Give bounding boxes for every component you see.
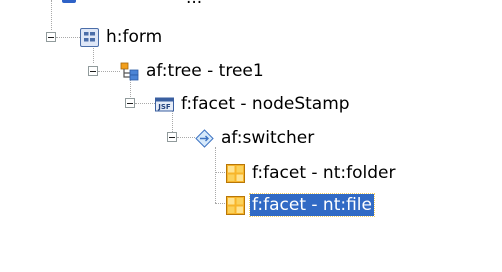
collapse-toggle[interactable] [88, 66, 98, 76]
node-label: af:tree - tree1 [146, 61, 264, 81]
tree-guide-line [51, 0, 52, 30]
clipped-node-icon [62, 0, 76, 3]
tree-guide-line [177, 137, 195, 138]
clipped-node-label: ... [186, 0, 202, 8]
collapse-toggle[interactable] [46, 32, 56, 42]
tree-icon [120, 62, 139, 80]
node-label: af:switcher [221, 128, 315, 148]
switcher-icon [195, 128, 214, 148]
component-tree[interactable]: ... h:form af:tree - tree1 [0, 0, 502, 272]
tree-node-facet-folder[interactable]: f:facet - nt:folder [226, 161, 397, 185]
tree-node-facet-file[interactable]: f:facet - nt:file [226, 193, 375, 217]
tree-node-af-tree[interactable]: af:tree - tree1 [120, 59, 266, 83]
form-icon [80, 27, 99, 47]
tree-node-af-switcher[interactable]: af:switcher [195, 126, 316, 150]
tree-node-facet-nodestamp[interactable]: JSF f:facet - nodeStamp [155, 92, 352, 116]
tree-guide-line [215, 147, 216, 203]
jsf-icon: JSF [155, 97, 174, 111]
node-label: h:form [106, 27, 163, 47]
tree-guide-line [215, 203, 225, 204]
collapse-toggle[interactable] [167, 132, 177, 142]
tree-guide-line [56, 37, 80, 38]
facet-grid-icon [226, 195, 245, 215]
node-label: f:facet - nt:folder [252, 163, 396, 183]
tree-node-h-form[interactable]: h:form [80, 25, 164, 49]
tree-guide-line [98, 71, 120, 72]
svg-text:JSF: JSF [157, 103, 171, 111]
node-label: f:facet - nodeStamp [181, 94, 350, 114]
node-label-selected: f:facet - nt:file [249, 193, 375, 217]
collapse-toggle[interactable] [125, 98, 135, 108]
facet-grid-icon [226, 163, 245, 183]
tree-guide-line [215, 172, 225, 173]
tree-guide-line [135, 103, 155, 104]
